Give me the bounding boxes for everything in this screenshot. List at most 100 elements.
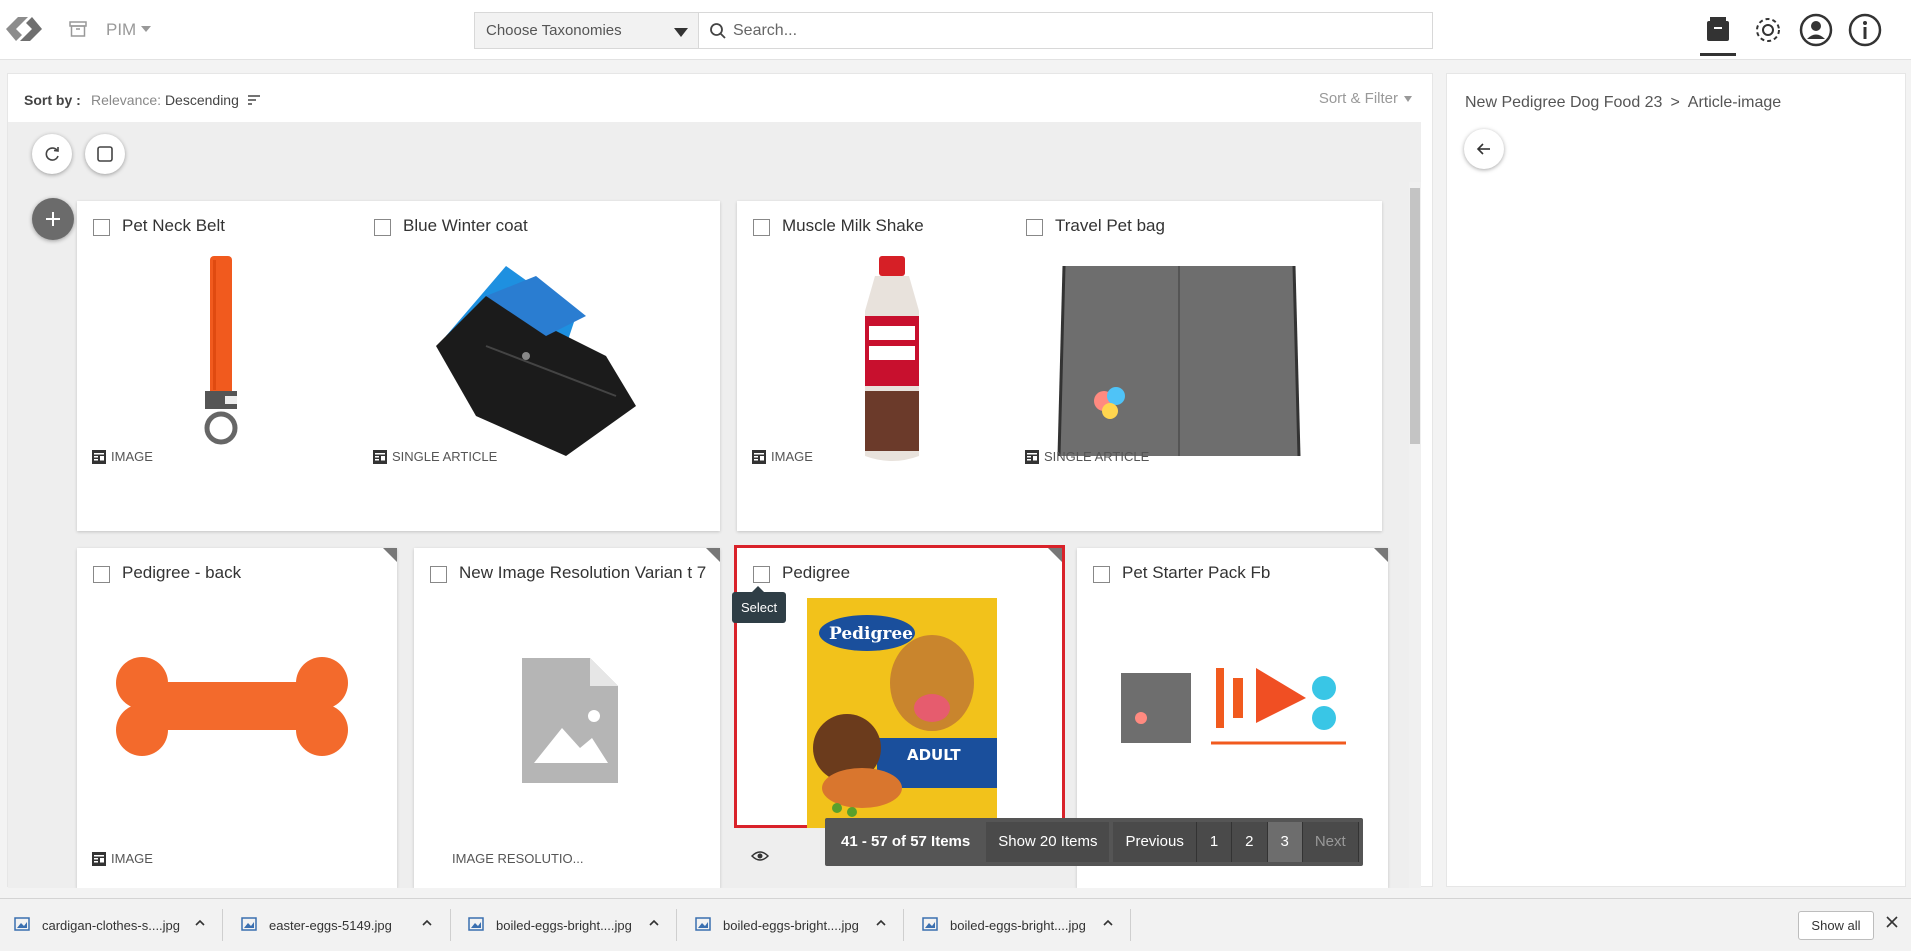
preview-eye-icon[interactable] [751, 850, 769, 862]
download-filename: boiled-eggs-bright....jpg [723, 918, 859, 933]
page-2-button[interactable]: 2 [1232, 822, 1268, 862]
results-scrollbar[interactable] [1409, 182, 1421, 888]
info-button[interactable] [1847, 12, 1883, 48]
article-type-icon [92, 450, 106, 464]
search-input[interactable] [733, 18, 1413, 44]
card-checkbox[interactable] [374, 219, 391, 236]
settings-button[interactable] [1750, 12, 1786, 48]
image-placeholder-icon [522, 658, 618, 783]
card-title: Pedigree - back [122, 563, 242, 582]
product-card[interactable]: Pedigree - back IMAGE [77, 548, 397, 888]
product-card[interactable]: Muscle Milk Shake IMAGE [737, 201, 1010, 531]
breadcrumb-current: Article-image [1687, 94, 1782, 111]
image-file-icon [922, 917, 938, 931]
archive-icon[interactable] [68, 19, 88, 39]
article-type-icon [373, 450, 387, 464]
download-item[interactable]: cardigan-clothes-s....jpg [14, 914, 214, 938]
search-icon [710, 23, 726, 39]
card-checkbox[interactable] [430, 566, 447, 583]
caret-down-icon [1404, 96, 1412, 103]
search-box[interactable] [698, 12, 1433, 49]
taxonomy-select[interactable]: Choose Taxonomies [474, 12, 699, 49]
select-tooltip: Select [732, 586, 787, 623]
card-checkbox[interactable] [93, 566, 110, 583]
app-logo-icon[interactable] [2, 11, 46, 47]
card-type: SINGLE ARTICLE [373, 449, 497, 464]
travel-pet-bag-image [1057, 265, 1301, 457]
breadcrumb-parent[interactable]: New Pedigree Dog Food 23 [1465, 94, 1662, 111]
muscle-milk-image [865, 256, 919, 461]
image-file-icon [695, 917, 711, 931]
card-checkbox[interactable] [1026, 219, 1043, 236]
image-type-icon [752, 450, 766, 464]
download-item[interactable]: boiled-eggs-bright....jpg [922, 914, 1122, 938]
add-button[interactable] [32, 198, 74, 240]
divider [1130, 909, 1131, 941]
chevron-up-icon[interactable] [875, 917, 887, 929]
sort-lines-icon[interactable] [248, 95, 260, 105]
scrollbar-thumb[interactable] [1410, 188, 1420, 444]
card-title: Pedigree [782, 563, 851, 582]
download-item[interactable]: boiled-eggs-bright....jpg [695, 914, 895, 938]
chevron-down-icon[interactable] [141, 26, 151, 32]
back-button[interactable] [1464, 129, 1504, 169]
product-card[interactable]: New Image Resolution Varian t 7 IMAGE RE… [414, 548, 720, 888]
catalog-tab[interactable] [1700, 12, 1736, 56]
card-checkbox[interactable] [93, 219, 110, 236]
download-filename: easter-eggs-5149.jpg [269, 918, 392, 933]
page-1-button[interactable]: 1 [1196, 822, 1233, 862]
product-card[interactable]: Travel Pet bag SINGLE ARTICLE [1010, 201, 1382, 531]
pedigree-bag-image: Pedigree ADULT [807, 598, 997, 828]
product-card[interactable]: Blue Winter coat SINGLE ARTICLE [350, 201, 720, 531]
corner-marker [706, 548, 720, 562]
card-type-label: SINGLE ARTICLE [1044, 449, 1150, 464]
chevron-up-icon[interactable] [421, 917, 433, 929]
product-card[interactable]: Pet Neck Belt IMAGE [77, 201, 350, 531]
card-title: Pet Neck Belt [122, 216, 225, 235]
previous-button[interactable]: Previous [1113, 822, 1197, 862]
card-checkbox[interactable] [1093, 566, 1110, 583]
taxonomy-select-label: Choose Taxonomies [486, 22, 622, 39]
page-buttons: Previous 1 2 3 Next [1113, 822, 1359, 862]
chevron-up-icon[interactable] [194, 917, 206, 929]
svg-text:Pedigree: Pedigree [829, 624, 913, 644]
divider [222, 909, 223, 941]
card-title: Blue Winter coat [403, 216, 528, 235]
results-panel: Sort by : Relevance: Descending Sort & F… [7, 73, 1433, 888]
card-title: Pet Starter Pack Fb [1122, 563, 1271, 582]
image-file-icon [241, 917, 257, 931]
corner-marker [383, 548, 397, 562]
bone-toy-image [116, 657, 348, 756]
card-type: SINGLE ARTICLE [1025, 449, 1149, 464]
sort-value[interactable]: Relevance: Descending [91, 92, 239, 108]
page-3-button[interactable]: 3 [1267, 822, 1303, 862]
chevron-up-icon[interactable] [1102, 917, 1114, 929]
corner-marker [1048, 548, 1062, 562]
gear-icon [1756, 18, 1780, 42]
select-all-button[interactable] [85, 134, 125, 174]
card-checkbox[interactable] [753, 219, 770, 236]
card-checkbox[interactable] [753, 566, 770, 583]
chevron-up-icon[interactable] [648, 917, 660, 929]
user-button[interactable] [1798, 12, 1834, 48]
card-type: IMAGE [752, 449, 813, 464]
refresh-icon [45, 147, 59, 161]
next-button[interactable]: Next [1302, 822, 1359, 862]
product-card-selected[interactable]: Pedigree Pedigree ADULT [734, 545, 1065, 861]
show-all-button[interactable]: Show all [1798, 911, 1874, 940]
card-title: New Image Resolution Varian t 7 [459, 563, 707, 582]
card-title: Muscle Milk Shake [782, 216, 924, 235]
pagination: 41 - 57 of 57 Items Show 20 Items Previo… [825, 818, 1363, 866]
card-type: IMAGE RESOLUTIO... [452, 851, 584, 866]
download-filename: boiled-eggs-bright....jpg [950, 918, 1086, 933]
pim-menu[interactable]: PIM [106, 20, 136, 40]
checkbox-icon [97, 146, 113, 162]
card-type-label: IMAGE [771, 449, 813, 464]
page-size-button[interactable]: Show 20 Items [986, 822, 1110, 862]
sort-filter-button[interactable]: Sort & Filter [1319, 90, 1412, 107]
download-item[interactable]: easter-eggs-5149.jpg [241, 914, 441, 938]
close-icon[interactable] [1885, 915, 1899, 929]
download-item[interactable]: boiled-eggs-bright....jpg [468, 914, 668, 938]
refresh-button[interactable] [32, 134, 72, 174]
info-icon [1848, 13, 1882, 47]
